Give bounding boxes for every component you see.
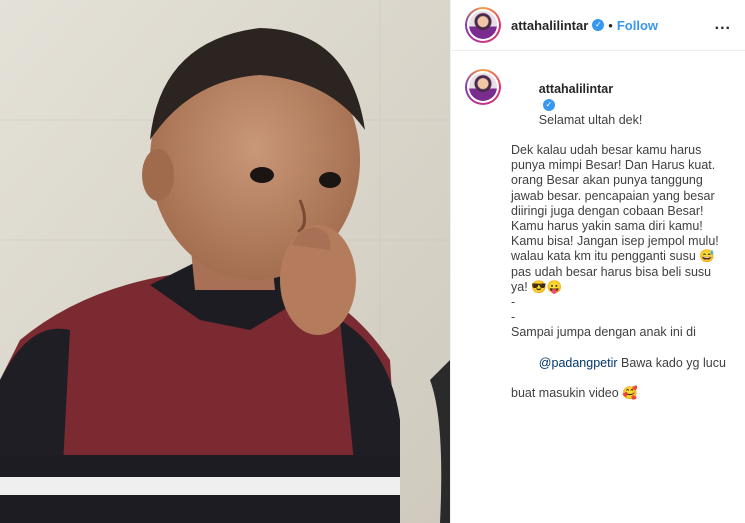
caption-line: Kamu harus yakin sama diri kamu!: [511, 219, 703, 234]
post-side-panel: attahalilintar ✓ • Follow ... attahalili…: [450, 0, 745, 523]
caption-last-line: buat masukin video 🥰: [511, 386, 638, 401]
child-photo-image: [0, 0, 450, 523]
caption-line: -: [511, 295, 516, 310]
caption-text: attahalilintar ✓ Selamat ultah dek! Dek …: [511, 67, 729, 401]
caption-after-mention: Bawa kado yg lucu: [617, 355, 726, 370]
verified-badge-icon: ✓: [592, 19, 605, 31]
avatar[interactable]: [465, 7, 501, 43]
mention-link[interactable]: @padangpetir: [539, 356, 618, 370]
caption-line: walau kata km itu pengganti susu 😅: [511, 249, 715, 264]
verified-badge-icon: ✓: [542, 99, 555, 112]
more-options-icon[interactable]: ...: [715, 16, 731, 34]
caption-line: jawab besar. pencapaian yang besar: [511, 188, 715, 203]
avatar-image: [469, 11, 497, 39]
caption-avatar[interactable]: [465, 69, 501, 105]
caption-line: diiringi juga dengan cobaan Besar!: [511, 203, 704, 218]
caption-line: Kamu bisa! Jangan isep jempol mulu!: [511, 234, 719, 249]
caption-line: -: [511, 310, 516, 325]
caption-comment: attahalilintar ✓ Selamat ultah dek! Dek …: [451, 51, 745, 401]
caption-line: punya mimpi Besar! Dan Harus kuat.: [511, 158, 716, 173]
header-username[interactable]: attahalilintar: [511, 18, 588, 33]
post-header: attahalilintar ✓ • Follow ...: [451, 0, 745, 51]
caption-line: orang Besar akan punya tanggung: [511, 173, 703, 188]
caption-line: ya! 😎😛: [511, 279, 563, 294]
header-separator: •: [608, 17, 613, 33]
caption-username[interactable]: attahalilintar: [539, 82, 613, 96]
follow-button[interactable]: Follow: [617, 18, 658, 33]
caption-line: pas udah besar harus bisa beli susu: [511, 264, 712, 279]
caption-line-1: Selamat ultah dek!: [538, 112, 643, 127]
caption-line: Sampai jumpa dengan anak ini di: [511, 325, 696, 340]
caption-avatar-image: [469, 73, 497, 101]
post-photo[interactable]: [0, 0, 450, 523]
caption-line: Dek kalau udah besar kamu harus: [511, 143, 702, 158]
